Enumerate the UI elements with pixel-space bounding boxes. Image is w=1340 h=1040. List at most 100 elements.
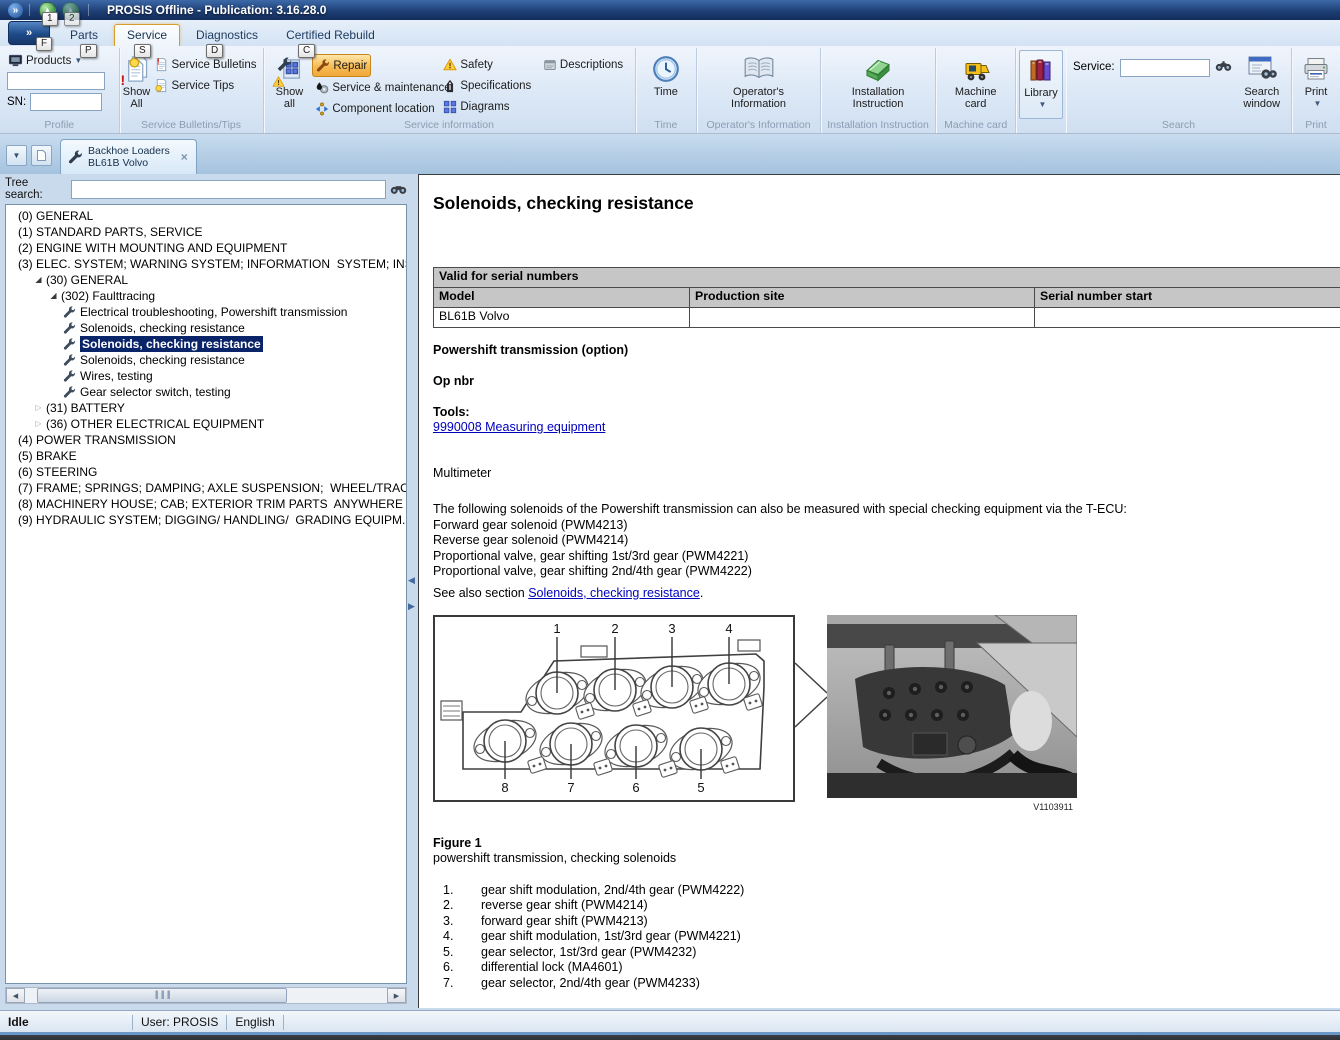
collapse-icon[interactable]: ◢ — [48, 288, 59, 304]
solenoid-lines: Forward gear solenoid (PWM4213)Reverse g… — [433, 518, 1340, 580]
tab-diagnostics[interactable]: Diagnostics — [184, 25, 270, 46]
ribbon-group-library: Library ▼ — [1016, 48, 1066, 133]
group-label-operators: Operator's Information — [700, 119, 817, 133]
repair-button[interactable]: Repair — [312, 54, 371, 77]
time-button[interactable]: Time — [641, 50, 691, 119]
tree-item[interactable]: ◢(302) Faulttracing — [6, 288, 406, 304]
service-bulletins-button[interactable]: ! Service Bulletins — [151, 54, 260, 75]
collapse-icon[interactable]: ◢ — [33, 272, 44, 288]
tab-service[interactable]: Service — [114, 24, 180, 46]
tab-close-icon[interactable]: × — [181, 150, 188, 164]
descriptions-button[interactable]: Descriptions — [540, 54, 632, 75]
tree-item[interactable]: (0) GENERAL — [6, 208, 406, 224]
service-tips-button[interactable]: Service Tips — [151, 75, 260, 96]
tree-item[interactable]: (4) POWER TRANSMISSION — [6, 432, 406, 448]
scroll-thumb[interactable]: ▐▐▐ — [37, 988, 287, 1003]
machine-icon — [961, 52, 991, 86]
legend-item: 5.gear selector, 1st/3rd gear (PWM4232) — [433, 945, 1340, 961]
tree-item[interactable]: (2) ENGINE WITH MOUNTING AND EQUIPMENT — [6, 240, 406, 256]
tree-item-label: (1) STANDARD PARTS, SERVICE — [18, 224, 202, 240]
tools-link[interactable]: 9990008 Measuring equipment — [433, 420, 605, 434]
tree-item[interactable]: Gear selector switch, testing — [6, 384, 406, 400]
tree-item[interactable]: (3) ELEC. SYSTEM; WARNING SYSTEM; INFORM… — [6, 256, 406, 272]
splitter-collapse-icon[interactable]: ◀ — [408, 575, 415, 586]
keytip-parts: P — [80, 44, 97, 58]
group-label-print: Print — [1295, 119, 1337, 133]
window-title: PROSIS Offline - Publication: 3.16.28.0 — [107, 3, 326, 17]
tree-search-input[interactable] — [71, 180, 386, 199]
tree-item[interactable]: Solenoids, checking resistance — [6, 336, 406, 352]
installation-instruction-button[interactable]: Installation Instruction — [826, 50, 930, 119]
document-tab-label: Backhoe Loaders BL61B Volvo — [88, 145, 170, 169]
profile-input[interactable] — [7, 72, 105, 90]
tab-parts[interactable]: Parts — [58, 25, 110, 46]
tree-item[interactable]: Electrical troubleshooting, Powershift t… — [6, 304, 406, 320]
window-bottom-edge — [0, 1032, 1340, 1040]
tree-item[interactable]: (8) MACHINERY HOUSE; CAB; EXTERIOR TRIM … — [6, 496, 406, 512]
search-window-button[interactable]: Search window — [1236, 52, 1288, 110]
expand-icon[interactable]: ▷ — [33, 416, 44, 432]
tree-item[interactable]: (6) STEERING — [6, 464, 406, 480]
tree-item[interactable]: (5) BRAKE — [6, 448, 406, 464]
scroll-right-arrow[interactable]: ▶ — [387, 988, 406, 1003]
tree-item[interactable]: Solenoids, checking resistance — [6, 352, 406, 368]
service-maintenance-button[interactable]: Service & maintenance — [312, 77, 440, 98]
solenoid-line: Proportional valve, gear shifting 2nd/4t… — [433, 564, 1340, 580]
tree-item-label: (31) BATTERY — [46, 400, 125, 416]
ribbon-group-bulletins: ! Show All ! Service Bulletins Service T… — [120, 48, 264, 133]
diagrams-button[interactable]: Diagrams — [440, 96, 540, 117]
tree-item[interactable]: (9) HYDRAULIC SYSTEM; DIGGING/ HANDLING/… — [6, 512, 406, 528]
specifications-button[interactable]: Specifications — [440, 75, 540, 96]
tree-item-label: Wires, testing — [80, 368, 153, 384]
tree-item-label: Solenoids, checking resistance — [80, 336, 263, 352]
binoculars-icon[interactable] — [1215, 60, 1232, 72]
group-label-search: Search — [1069, 119, 1288, 133]
safety-button[interactable]: Safety — [440, 54, 540, 75]
tree-hscrollbar[interactable]: ◀ ▐▐▐ ▶ — [5, 987, 407, 1004]
products-button[interactable]: Products ▼ — [5, 51, 114, 70]
figure-callout-lines — [795, 615, 827, 798]
callout-number: 8 — [501, 780, 508, 795]
oil-drop-icon — [315, 81, 329, 95]
tree-item[interactable]: (1) STANDARD PARTS, SERVICE — [6, 224, 406, 240]
tree-item[interactable]: Wires, testing — [6, 368, 406, 384]
expand-icon[interactable]: ▷ — [33, 400, 44, 416]
panel-splitter[interactable]: ◀ ▶ — [407, 177, 418, 1004]
tree-item[interactable]: ◢(30) GENERAL — [6, 272, 406, 288]
document-tab[interactable]: Backhoe Loaders BL61B Volvo × — [60, 139, 197, 174]
app-logo-icon: » — [8, 3, 23, 18]
wrench-icon — [63, 306, 78, 319]
keytip-service: S — [134, 44, 151, 58]
tree-item[interactable]: ▷(31) BATTERY — [6, 400, 406, 416]
print-button[interactable]: Print ▼ — [1295, 50, 1337, 119]
service-search-input[interactable] — [1120, 59, 1210, 77]
tree-item[interactable]: (7) FRAME; SPRINGS; DAMPING; AXLE SUSPEN… — [6, 480, 406, 496]
keytip-diagnostics: D — [206, 44, 223, 58]
status-user: User: PROSIS — [137, 1015, 222, 1029]
tab-certified-rebuild[interactable]: Certified Rebuild — [274, 25, 387, 46]
machine-card-button[interactable]: Machine card — [941, 50, 1011, 119]
tree-item[interactable]: ▷(36) OTHER ELECTRICAL EQUIPMENT — [6, 416, 406, 432]
sn-input[interactable] — [30, 93, 102, 111]
component-location-button[interactable]: Component location — [312, 98, 440, 119]
operators-information-button[interactable]: Operator's Information — [704, 50, 814, 119]
splitter-expand-icon[interactable]: ▶ — [408, 601, 415, 612]
photo-ref: V1103911 — [827, 798, 1077, 816]
show-all-service-button[interactable]: Show all — [267, 50, 313, 119]
ribbon-group-installation: Installation Instruction Installation In… — [821, 48, 937, 133]
show-all-bulletins-button[interactable]: ! Show All — [123, 50, 151, 119]
specifications-icon — [443, 79, 457, 93]
callout-number: 5 — [697, 780, 704, 795]
tree-item-label: (6) STEERING — [18, 464, 97, 480]
diagrams-grid-icon — [443, 100, 457, 114]
library-button[interactable]: Library ▼ — [1020, 51, 1062, 118]
wrench-icon — [63, 354, 78, 367]
tree-search-binoculars-icon[interactable] — [390, 183, 407, 195]
app-menu-icon: » — [26, 27, 32, 39]
paragraph-intro: The following solenoids of the Powershif… — [433, 502, 1340, 518]
scroll-left-arrow[interactable]: ◀ — [6, 988, 25, 1003]
tree-item[interactable]: Solenoids, checking resistance — [6, 320, 406, 336]
see-also-link[interactable]: Solenoids, checking resistance — [528, 586, 700, 600]
tab-list-dropdown-button[interactable]: ▼ — [6, 145, 27, 166]
new-tab-button[interactable] — [31, 145, 52, 166]
